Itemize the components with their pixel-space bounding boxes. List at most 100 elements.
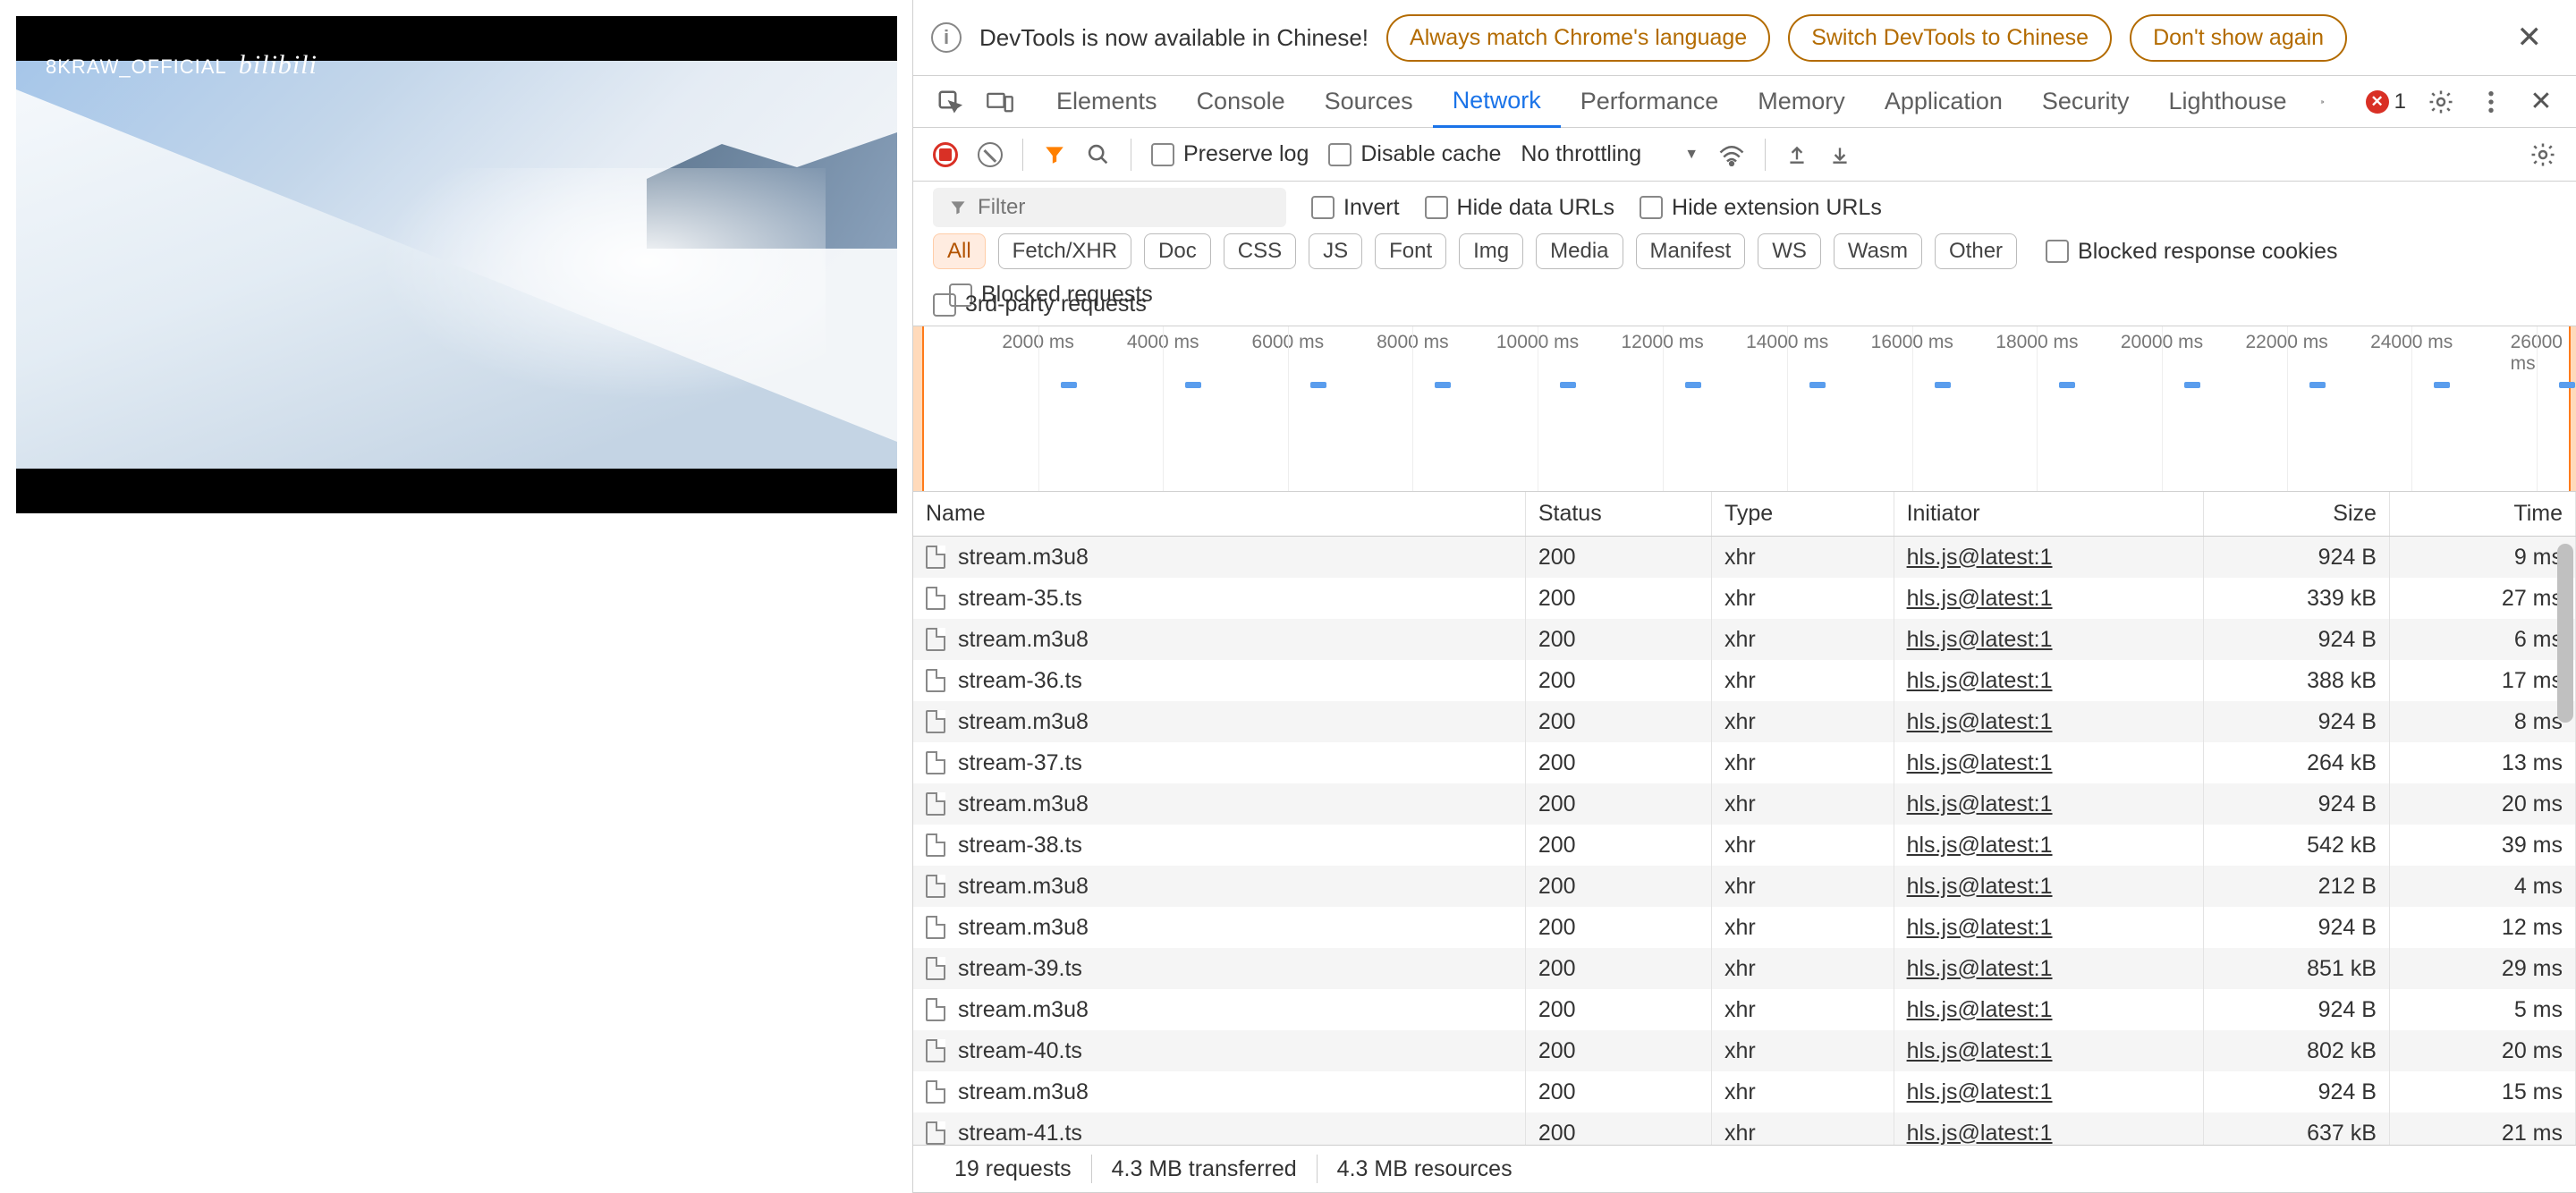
- table-row[interactable]: stream-37.ts200xhrhls.js@latest:1264 kB1…: [913, 742, 2576, 783]
- match-language-button[interactable]: Always match Chrome's language: [1386, 14, 1770, 62]
- request-type: xhr: [1712, 619, 1894, 660]
- invert-checkbox[interactable]: Invert: [1311, 195, 1400, 221]
- table-row[interactable]: stream.m3u8200xhrhls.js@latest:1924 B20 …: [913, 783, 2576, 825]
- download-icon[interactable]: [1828, 142, 1852, 167]
- table-row[interactable]: stream.m3u8200xhrhls.js@latest:1924 B6 m…: [913, 619, 2576, 660]
- table-row[interactable]: stream-39.ts200xhrhls.js@latest:1851 kB2…: [913, 948, 2576, 989]
- device-toggle-icon[interactable]: [985, 87, 1015, 117]
- request-initiator[interactable]: hls.js@latest:1: [1907, 915, 2053, 941]
- kebab-menu-icon[interactable]: [2476, 87, 2506, 117]
- request-initiator[interactable]: hls.js@latest:1: [1907, 545, 2053, 571]
- disable-cache-checkbox[interactable]: Disable cache: [1328, 141, 1501, 167]
- chip-doc[interactable]: Doc: [1144, 233, 1211, 269]
- chip-ws[interactable]: WS: [1758, 233, 1821, 269]
- scrollbar-thumb[interactable]: [2557, 544, 2573, 723]
- filter-input-wrap[interactable]: [933, 188, 1286, 227]
- hide-data-urls-checkbox[interactable]: Hide data URLs: [1425, 195, 1614, 221]
- request-initiator[interactable]: hls.js@latest:1: [1907, 874, 2053, 900]
- chip-font[interactable]: Font: [1375, 233, 1446, 269]
- request-initiator[interactable]: hls.js@latest:1: [1907, 627, 2053, 653]
- chip-wasm[interactable]: Wasm: [1834, 233, 1922, 269]
- table-row[interactable]: stream-38.ts200xhrhls.js@latest:1542 kB3…: [913, 825, 2576, 866]
- settings-icon[interactable]: [2426, 87, 2456, 117]
- request-initiator[interactable]: hls.js@latest:1: [1907, 1121, 2053, 1146]
- tab-network[interactable]: Network: [1433, 76, 1561, 128]
- table-row[interactable]: stream.m3u8200xhrhls.js@latest:1924 B12 …: [913, 907, 2576, 948]
- devtools-tabs: ElementsConsoleSourcesNetworkPerformance…: [913, 76, 2576, 128]
- request-initiator[interactable]: hls.js@latest:1: [1907, 997, 2053, 1023]
- col-name[interactable]: Name: [913, 492, 1526, 536]
- request-initiator[interactable]: hls.js@latest:1: [1907, 791, 2053, 817]
- request-initiator[interactable]: hls.js@latest:1: [1907, 668, 2053, 694]
- table-row[interactable]: stream-35.ts200xhrhls.js@latest:1339 kB2…: [913, 578, 2576, 619]
- search-icon[interactable]: [1086, 142, 1111, 167]
- table-row[interactable]: stream-40.ts200xhrhls.js@latest:1802 kB2…: [913, 1030, 2576, 1071]
- request-initiator[interactable]: hls.js@latest:1: [1907, 1038, 2053, 1064]
- record-button[interactable]: [933, 142, 958, 167]
- throttling-select[interactable]: No throttling▼: [1521, 141, 1699, 167]
- inspect-icon[interactable]: [935, 87, 965, 117]
- more-tabs-icon[interactable]: [2307, 87, 2337, 117]
- table-row[interactable]: stream.m3u8200xhrhls.js@latest:1924 B5 m…: [913, 989, 2576, 1030]
- upload-icon[interactable]: [1785, 142, 1809, 167]
- file-icon: [926, 1039, 945, 1062]
- tab-sources[interactable]: Sources: [1305, 76, 1433, 128]
- close-notice-icon[interactable]: ✕: [2501, 20, 2559, 55]
- chip-css[interactable]: CSS: [1224, 233, 1296, 269]
- request-name: stream-35.ts: [958, 586, 1082, 612]
- chip-other[interactable]: Other: [1935, 233, 2017, 269]
- file-icon: [926, 628, 945, 651]
- col-type[interactable]: Type: [1712, 492, 1894, 536]
- table-row[interactable]: stream.m3u8200xhrhls.js@latest:1924 B15 …: [913, 1071, 2576, 1113]
- request-size: 212 B: [2204, 866, 2390, 907]
- filter-input[interactable]: [978, 195, 1270, 220]
- request-type: xhr: [1712, 742, 1894, 783]
- table-row[interactable]: stream.m3u8200xhrhls.js@latest:1924 B8 m…: [913, 701, 2576, 742]
- tab-memory[interactable]: Memory: [1738, 76, 1865, 128]
- tab-console[interactable]: Console: [1177, 76, 1305, 128]
- col-status[interactable]: Status: [1526, 492, 1712, 536]
- network-conditions-icon[interactable]: [1718, 143, 1745, 166]
- chip-media[interactable]: Media: [1536, 233, 1623, 269]
- request-initiator[interactable]: hls.js@latest:1: [1907, 750, 2053, 776]
- dismiss-notice-button[interactable]: Don't show again: [2130, 14, 2347, 62]
- table-row[interactable]: stream.m3u8200xhrhls.js@latest:1924 B9 m…: [913, 537, 2576, 578]
- col-size[interactable]: Size: [2204, 492, 2390, 536]
- network-settings-icon[interactable]: [2529, 141, 2556, 168]
- request-initiator[interactable]: hls.js@latest:1: [1907, 709, 2053, 735]
- tab-elements[interactable]: Elements: [1037, 76, 1177, 128]
- preserve-log-checkbox[interactable]: Preserve log: [1151, 141, 1309, 167]
- request-status: 200: [1526, 537, 1712, 578]
- request-size: 542 kB: [2204, 825, 2390, 866]
- filter-toggle-icon[interactable]: [1043, 143, 1066, 166]
- chip-js[interactable]: JS: [1309, 233, 1362, 269]
- col-time[interactable]: Time: [2390, 492, 2576, 536]
- chip-fetch-xhr[interactable]: Fetch/XHR: [998, 233, 1131, 269]
- switch-language-button[interactable]: Switch DevTools to Chinese: [1788, 14, 2112, 62]
- col-initiator[interactable]: Initiator: [1894, 492, 2204, 536]
- table-row[interactable]: stream-41.ts200xhrhls.js@latest:1637 kB2…: [913, 1113, 2576, 1145]
- request-time: 20 ms: [2390, 1030, 2576, 1071]
- table-row[interactable]: stream.m3u8200xhrhls.js@latest:1212 B4 m…: [913, 866, 2576, 907]
- request-initiator[interactable]: hls.js@latest:1: [1907, 586, 2053, 612]
- request-name: stream.m3u8: [958, 709, 1089, 735]
- tab-application[interactable]: Application: [1865, 76, 2022, 128]
- close-devtools-icon[interactable]: ✕: [2526, 87, 2556, 117]
- waterfall-overview[interactable]: 2000 ms4000 ms6000 ms8000 ms10000 ms1200…: [913, 326, 2576, 492]
- tab-security[interactable]: Security: [2022, 76, 2149, 128]
- table-row[interactable]: stream-36.ts200xhrhls.js@latest:1388 kB1…: [913, 660, 2576, 701]
- chip-img[interactable]: Img: [1459, 233, 1523, 269]
- request-initiator[interactable]: hls.js@latest:1: [1907, 956, 2053, 982]
- hide-extension-urls-checkbox[interactable]: Hide extension URLs: [1640, 195, 1882, 221]
- blocked-cookies-checkbox[interactable]: Blocked response cookies: [2046, 239, 2337, 265]
- chip-all[interactable]: All: [933, 233, 986, 269]
- error-count[interactable]: ✕ 1: [2366, 89, 2406, 114]
- chip-manifest[interactable]: Manifest: [1636, 233, 1746, 269]
- clear-button[interactable]: [978, 142, 1003, 167]
- tab-performance[interactable]: Performance: [1561, 76, 1739, 128]
- request-initiator[interactable]: hls.js@latest:1: [1907, 1079, 2053, 1105]
- third-party-checkbox[interactable]: 3rd-party requests: [933, 292, 1147, 317]
- request-initiator[interactable]: hls.js@latest:1: [1907, 833, 2053, 859]
- video-player[interactable]: 8KRAW_OFFICIAL bilibili: [16, 16, 897, 513]
- tab-lighthouse[interactable]: Lighthouse: [2148, 76, 2306, 128]
